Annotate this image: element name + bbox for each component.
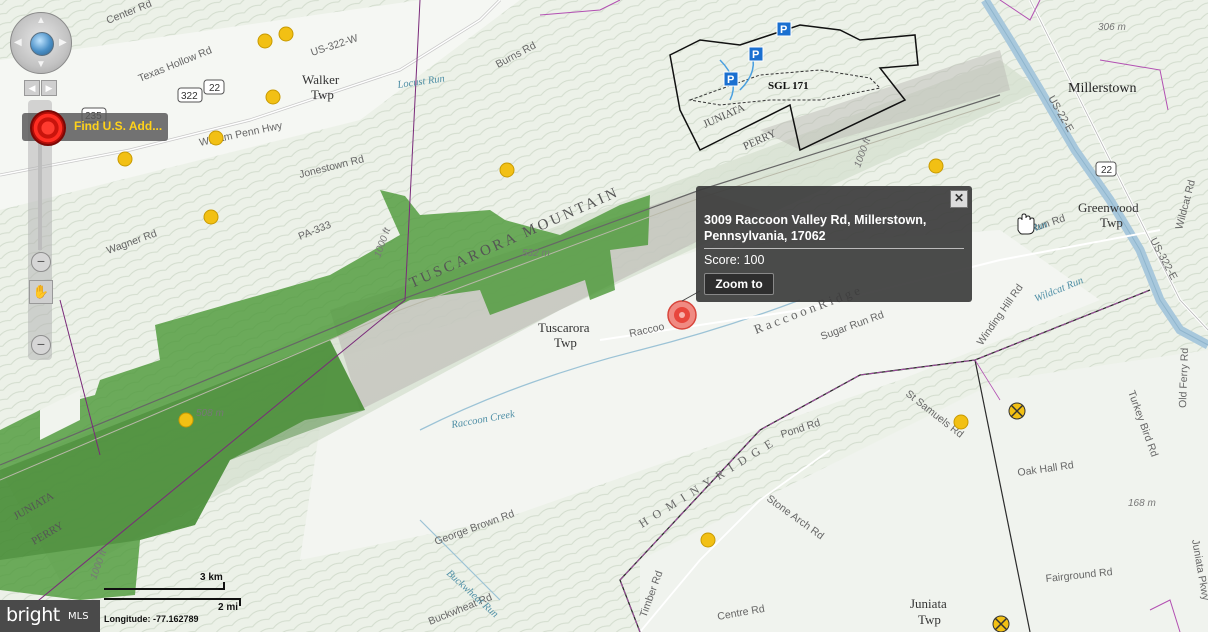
zoom-out-button[interactable]: − [31, 252, 51, 272]
juniata-twp-label-1: Juniata [910, 596, 947, 611]
poi-marker[interactable] [928, 158, 944, 174]
scale-bar-mi-tick [239, 598, 241, 606]
scale-bar-mi-line [104, 598, 240, 600]
find-address-target-icon[interactable] [30, 110, 66, 146]
poi-marker[interactable] [257, 33, 273, 49]
poi-marker[interactable] [203, 209, 219, 225]
poi-marker[interactable] [208, 130, 224, 146]
pan-down-arrow-icon[interactable]: ▼ [36, 60, 46, 70]
poi-marker[interactable] [499, 162, 515, 178]
pan-left-arrow-icon[interactable]: ◀ [14, 38, 22, 48]
scale-bar-km-tick [223, 582, 225, 590]
scale-bar-km-line [104, 588, 224, 590]
zoom-slider-track[interactable] [38, 140, 42, 250]
popup-score: Score: 100 [704, 253, 765, 267]
popup-divider [704, 248, 964, 249]
greenwood-twp-label-1: Greenwood [1078, 200, 1139, 215]
nav-prev-next[interactable]: ◀ ▶ [24, 80, 57, 96]
scale-km-label: 3 km [200, 572, 223, 583]
pan-tool-button[interactable]: ✋ [29, 280, 53, 304]
find-address-label[interactable]: Find U.S. Add... [74, 119, 162, 133]
poi-marker[interactable] [700, 532, 716, 548]
poi-marker[interactable] [117, 151, 133, 167]
next-extent-icon[interactable]: ▶ [41, 80, 57, 96]
brand-logo-text: bright [6, 604, 60, 626]
sgl-171-label: SGL 171 [768, 80, 809, 92]
svg-text:P: P [752, 49, 759, 61]
map-canvas[interactable]: Walker Twp Tuscarora Twp Greenwood Twp J… [0, 0, 1208, 632]
elev-508: 508 m [196, 408, 224, 419]
us22-shield-text: 22 [209, 83, 221, 94]
longitude-readout: Longitude: -77.162789 [104, 614, 199, 624]
poi-marker[interactable] [278, 26, 294, 42]
zoom-out-minus-button[interactable]: − [31, 335, 51, 355]
address-popup: ✕ 3009 Raccoon Valley Rd, Millerstown, P… [696, 186, 972, 302]
walker-twp-label-1: Walker [302, 72, 340, 87]
school-poi-marker[interactable] [992, 615, 1010, 632]
scale-mi-label: 2 mi [218, 602, 239, 613]
svg-text:P: P [780, 24, 787, 36]
pan-right-arrow-icon[interactable]: ▶ [59, 38, 67, 48]
pan-up-arrow-icon[interactable]: ▲ [36, 16, 46, 26]
elev-306: 306 m [1098, 22, 1126, 33]
poi-marker[interactable] [178, 412, 194, 428]
zoom-to-button[interactable]: Zoom to [704, 273, 774, 295]
popup-address: 3009 Raccoon Valley Rd, Millerstown, Pen… [704, 213, 927, 243]
elev-168: 168 m [1128, 498, 1156, 509]
us22-shield-east-text: 22 [1101, 165, 1113, 176]
pan-control[interactable]: ▲ ▼ ◀ ▶ [10, 12, 72, 74]
old-ferry-rd-label: Old Ferry Rd [1177, 347, 1191, 408]
tuscarora-twp-label-2: Twp [554, 335, 577, 350]
globe-icon[interactable] [30, 32, 54, 56]
tuscarora-twp-label-1: Tuscarora [538, 320, 590, 335]
poi-marker[interactable] [265, 89, 281, 105]
walker-twp-label-2: Twp [311, 87, 334, 102]
millerstown-label: Millerstown [1068, 81, 1136, 96]
poi-marker[interactable] [953, 414, 969, 430]
elev-532: 532 m [522, 248, 550, 259]
us322-shield-text: 322 [181, 91, 198, 102]
brightmls-logo: bright MLS [0, 600, 100, 632]
brand-logo-sub: MLS [68, 611, 89, 622]
popup-close-button[interactable]: ✕ [950, 190, 968, 208]
svg-text:P: P [727, 74, 734, 86]
previous-extent-icon[interactable]: ◀ [24, 80, 40, 96]
greenwood-twp-label-2: Twp [1100, 215, 1123, 230]
juniata-twp-label-2: Twp [918, 612, 941, 627]
school-poi-marker[interactable] [1008, 402, 1026, 420]
